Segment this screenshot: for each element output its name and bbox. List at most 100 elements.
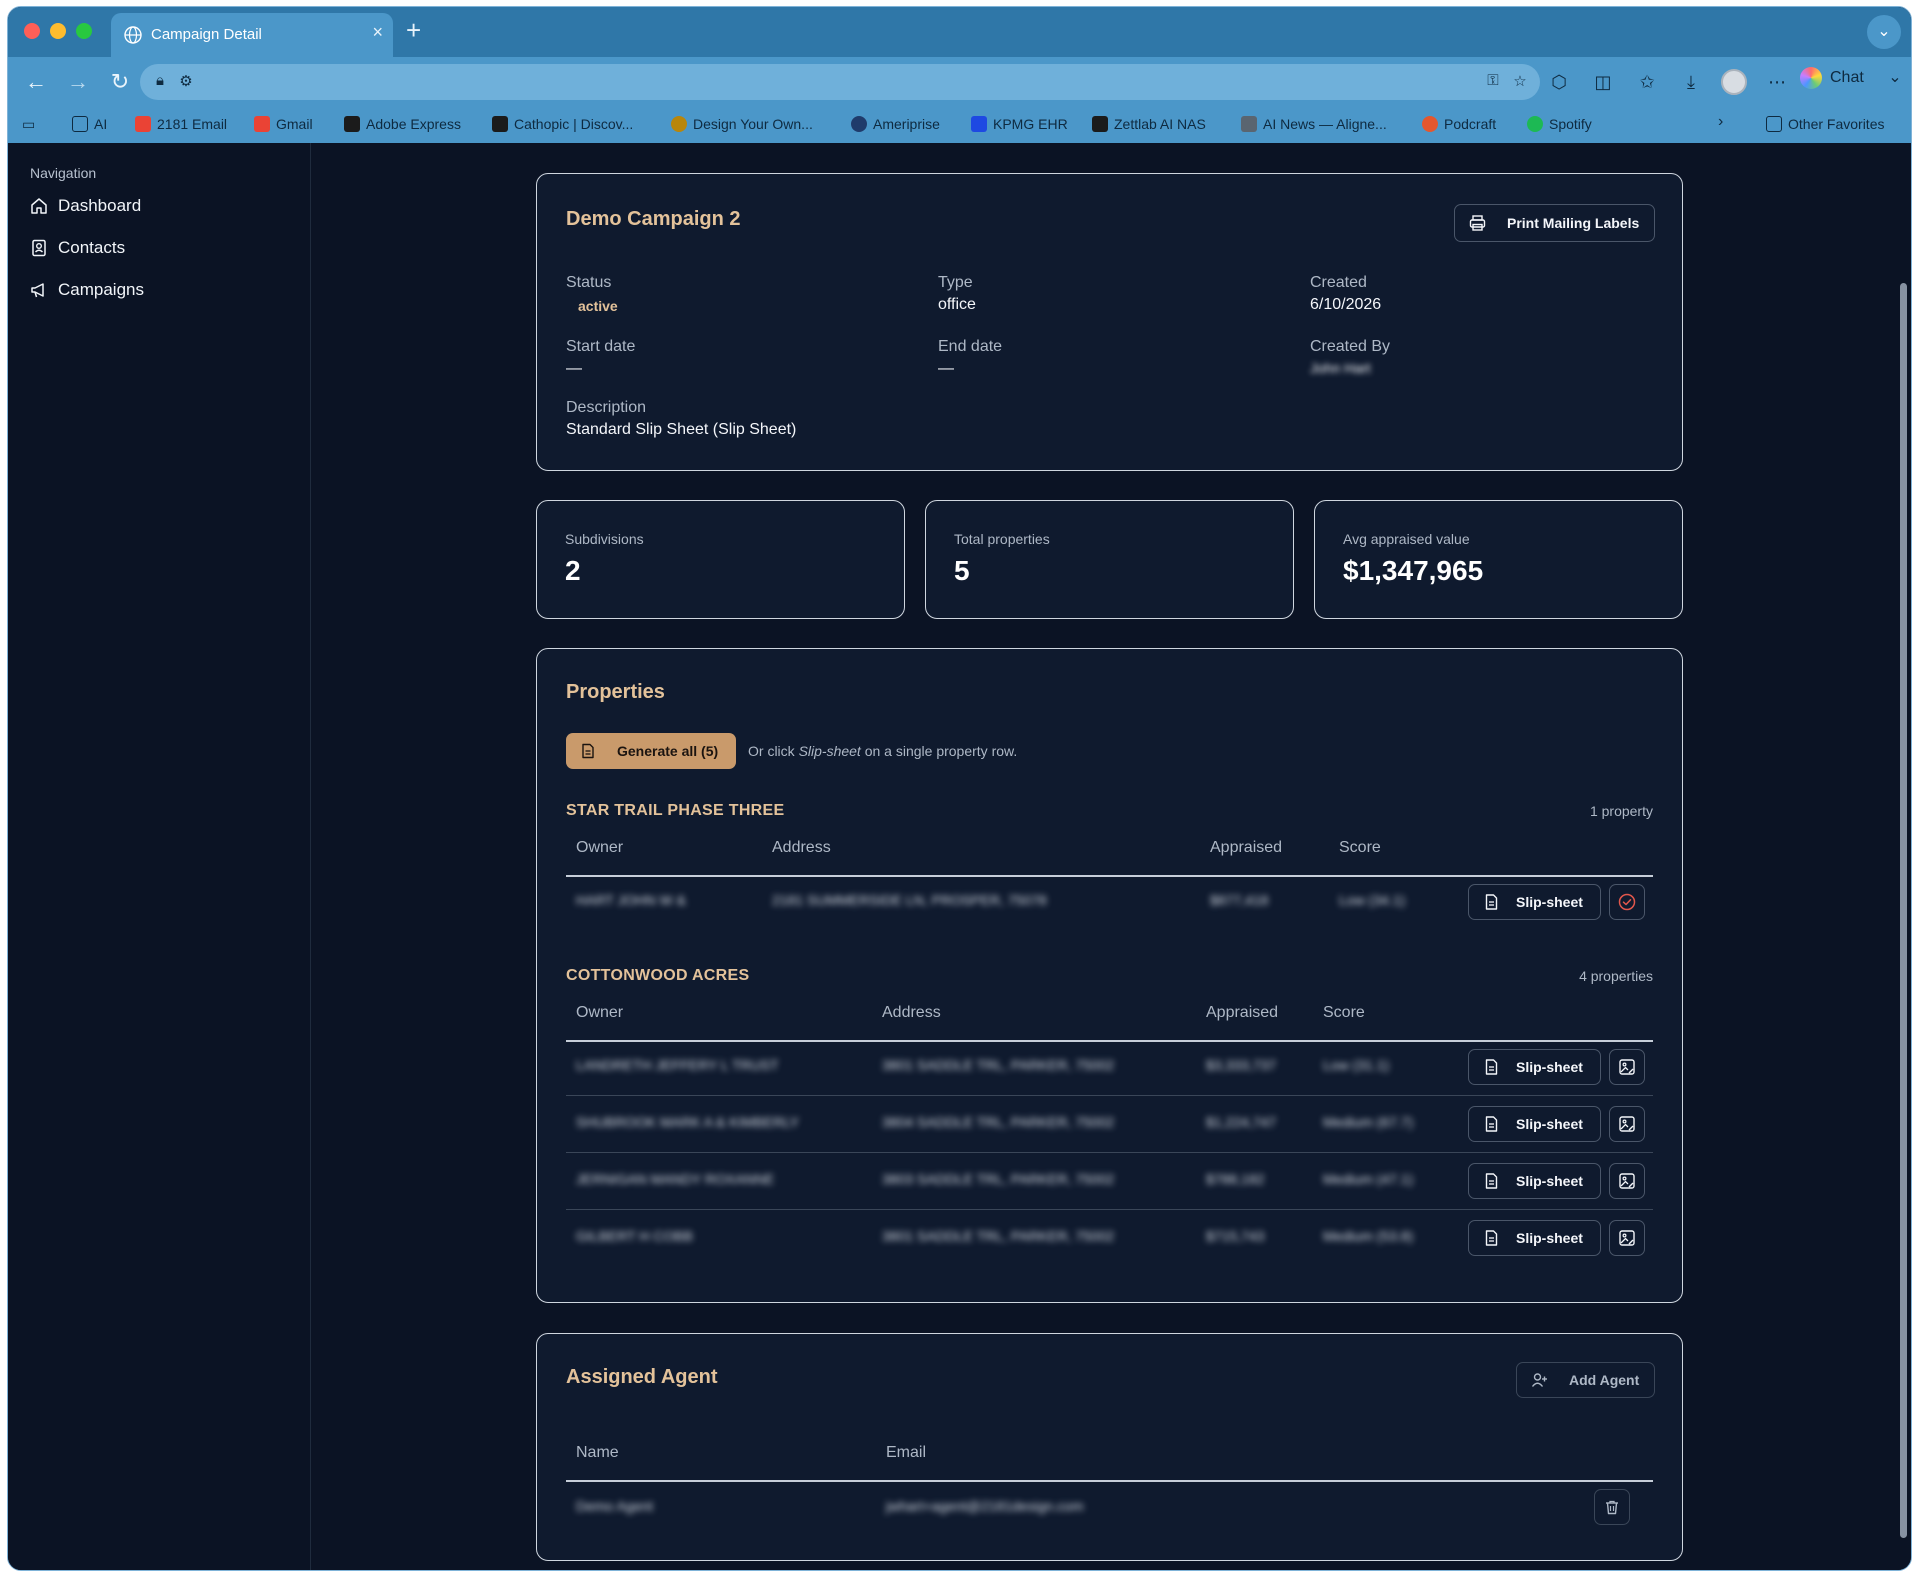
favorite-label: AI News — Aligne... bbox=[1263, 116, 1387, 132]
slip-sheet-button[interactable]: Slip-sheet bbox=[1468, 1220, 1601, 1256]
favorite-item[interactable]: Zettlab AI NAS bbox=[1092, 116, 1206, 132]
favorite-item[interactable]: Gmail bbox=[254, 116, 313, 132]
image-edit-icon bbox=[1619, 1230, 1635, 1246]
favorites-icon[interactable]: ✩ bbox=[1634, 69, 1660, 95]
slip-sheet-button[interactable]: Slip-sheet bbox=[1468, 884, 1601, 920]
key-icon[interactable]: ⚿ bbox=[1483, 72, 1503, 92]
trash-icon bbox=[1606, 1500, 1618, 1515]
favorite-item[interactable]: Adobe Express bbox=[344, 116, 461, 132]
column-header-score: Score bbox=[1323, 1004, 1365, 1021]
favorite-label: Adobe Express bbox=[366, 116, 461, 132]
add-user-icon bbox=[1531, 1373, 1547, 1387]
image-edit-icon bbox=[1619, 1059, 1635, 1075]
end-date-value: — bbox=[938, 360, 954, 377]
reload-button[interactable]: ↻ bbox=[106, 68, 134, 96]
zoom-window-button[interactable] bbox=[76, 23, 92, 39]
split-screen-icon[interactable]: ◫ bbox=[1590, 69, 1616, 95]
printer-icon bbox=[1469, 215, 1486, 231]
image-edit-button[interactable] bbox=[1609, 1049, 1645, 1085]
favorite-label: KPMG EHR bbox=[993, 116, 1068, 132]
subdivision-count: 4 properties bbox=[1579, 968, 1653, 984]
more-favorites-chevron-icon[interactable]: › bbox=[1718, 113, 1723, 131]
document-icon bbox=[1485, 1230, 1498, 1246]
score-cell: Medium (53.8) bbox=[1323, 1228, 1414, 1244]
profile-avatar[interactable] bbox=[1721, 69, 1747, 95]
favorite-item[interactable]: Cathopic | Discov... bbox=[492, 116, 633, 132]
spotify-icon bbox=[1527, 116, 1543, 132]
remove-agent-button[interactable] bbox=[1594, 1489, 1630, 1525]
favorite-item[interactable]: AI bbox=[72, 116, 107, 132]
address-bar[interactable]: 🔒︎ ⚙︎ ⚿ ☆ bbox=[140, 64, 1540, 100]
appraised-cell: $3,333,737 bbox=[1206, 1057, 1277, 1073]
favorite-item[interactable]: 2181 Email bbox=[135, 116, 227, 132]
check-circle-button[interactable] bbox=[1609, 884, 1645, 920]
tab-actions-chevron-icon[interactable]: ⌄ bbox=[1867, 15, 1901, 49]
tab-title: Campaign Detail bbox=[151, 26, 262, 43]
star-icon[interactable]: ☆ bbox=[1510, 72, 1530, 92]
stat-label: Total properties bbox=[954, 531, 1050, 547]
favorite-item[interactable]: Podcraft bbox=[1422, 116, 1496, 132]
assigned-agent-title: Assigned Agent bbox=[566, 1366, 718, 1388]
ameriprise-icon bbox=[851, 116, 867, 132]
slip-sheet-button[interactable]: Slip-sheet bbox=[1468, 1106, 1601, 1142]
back-button[interactable]: ← bbox=[22, 68, 50, 96]
chevron-down-icon[interactable]: ⌄ bbox=[1888, 69, 1901, 86]
campaign-detail-card: Demo Campaign 2 Print Mailing Labels Sta… bbox=[536, 173, 1683, 471]
favorite-item[interactable]: KPMG EHR bbox=[971, 116, 1068, 132]
podcraft-icon bbox=[1422, 116, 1438, 132]
chat-button[interactable]: Chat ⌄ bbox=[1800, 67, 1902, 97]
column-header-email: Email bbox=[886, 1444, 927, 1461]
column-header-appraised: Appraised bbox=[1210, 839, 1283, 856]
sidebar-item-label: Campaigns bbox=[58, 280, 144, 299]
scrollbar-thumb[interactable] bbox=[1900, 283, 1907, 1538]
favorite-item[interactable]: Ameriprise bbox=[851, 116, 940, 132]
more-options-icon[interactable]: ⋯ bbox=[1764, 69, 1790, 95]
add-agent-button[interactable]: Add Agent bbox=[1516, 1362, 1655, 1398]
stat-label: Avg appraised value bbox=[1343, 531, 1470, 547]
slip-sheet-button[interactable]: Slip-sheet bbox=[1468, 1163, 1601, 1199]
home-icon bbox=[31, 198, 47, 214]
image-edit-button[interactable] bbox=[1609, 1163, 1645, 1199]
column-header-owner: Owner bbox=[576, 1004, 624, 1021]
favorite-label: 2181 Email bbox=[157, 116, 228, 132]
image-edit-button[interactable] bbox=[1609, 1220, 1645, 1256]
address-cell: 3801 SADDLE TRL, PARKER, 75002 bbox=[882, 1228, 1115, 1244]
favorite-item[interactable]: Other Favorites bbox=[1766, 116, 1884, 132]
print-mailing-labels-button[interactable]: Print Mailing Labels bbox=[1454, 204, 1655, 242]
site-info-icon[interactable]: ⚙︎ bbox=[176, 72, 196, 92]
favorite-item[interactable]: Spotify bbox=[1527, 116, 1592, 132]
row-divider bbox=[566, 1152, 1653, 1153]
description-value: Standard Slip Sheet (Slip Sheet) bbox=[566, 421, 797, 438]
slip-sheet-label: Slip-sheet bbox=[1516, 1173, 1583, 1189]
slip-sheet-button[interactable]: Slip-sheet bbox=[1468, 1049, 1601, 1085]
page-scrollbar[interactable] bbox=[1896, 143, 1911, 1570]
stat-label: Subdivisions bbox=[565, 531, 644, 547]
tab-close-button[interactable]: × bbox=[372, 22, 383, 43]
design-icon bbox=[671, 116, 687, 132]
hint-emphasis: Slip-sheet bbox=[798, 743, 861, 759]
downloads-icon[interactable]: ⤓ bbox=[1678, 69, 1704, 95]
end-date-label: End date bbox=[938, 338, 1003, 355]
close-window-button[interactable] bbox=[24, 23, 40, 39]
created-by-value: John Hart bbox=[1310, 360, 1371, 376]
favorite-item[interactable]: Design Your Own... bbox=[671, 116, 813, 132]
nav-heading: Navigation bbox=[30, 165, 97, 181]
favorite-label: Gmail bbox=[276, 116, 313, 132]
extensions-icon[interactable]: ⬡ bbox=[1546, 69, 1572, 95]
folder-icon bbox=[1766, 116, 1782, 132]
generate-all-button[interactable]: Generate all (5) bbox=[566, 733, 736, 769]
score-cell: Low (31.1) bbox=[1323, 1057, 1390, 1073]
address-cell: 3801 SADDLE TRL, PARKER, 75002 bbox=[882, 1057, 1115, 1073]
active-tab[interactable]: Campaign Detail × bbox=[111, 13, 393, 57]
image-edit-button[interactable] bbox=[1609, 1106, 1645, 1142]
lock-icon[interactable]: 🔒︎ bbox=[150, 72, 170, 92]
favorite-label: Design Your Own... bbox=[693, 116, 813, 132]
main-content: Demo Campaign 2 Print Mailing Labels Sta… bbox=[312, 143, 1898, 1570]
favorite-item[interactable]: AI News — Aligne... bbox=[1241, 116, 1387, 132]
reading-list-icon[interactable]: ▭ bbox=[22, 116, 35, 133]
forward-button[interactable]: → bbox=[64, 68, 92, 96]
new-tab-button[interactable]: + bbox=[406, 15, 421, 46]
appraised-cell: $1,224,747 bbox=[1206, 1114, 1277, 1130]
image-edit-icon bbox=[1619, 1116, 1635, 1132]
minimize-window-button[interactable] bbox=[50, 23, 66, 39]
